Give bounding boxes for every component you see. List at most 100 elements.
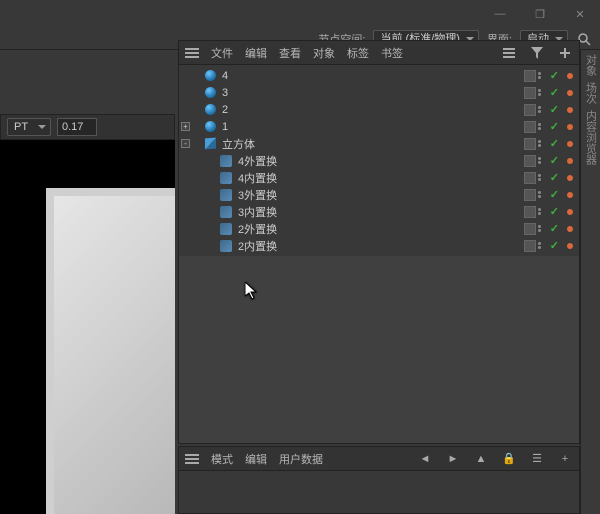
menu-view[interactable]: 查看: [279, 45, 301, 61]
layer-toggle[interactable]: [524, 189, 536, 201]
object-label: 立方体: [222, 136, 255, 152]
viewport-render: [46, 188, 175, 514]
layer-toggle[interactable]: [524, 223, 536, 235]
nav-back-icon[interactable]: ◄: [417, 451, 433, 467]
menu-tags[interactable]: 标签: [347, 45, 369, 61]
object-toggles: ✓: [524, 103, 573, 116]
add-icon[interactable]: [557, 45, 573, 61]
menu-bookmarks[interactable]: 书签: [381, 45, 403, 61]
menu-icon[interactable]: [185, 454, 199, 464]
menu-file[interactable]: 文件: [211, 45, 233, 61]
attr-add-icon[interactable]: +: [557, 451, 573, 467]
render-toggle[interactable]: ✓: [550, 188, 559, 201]
menu-icon[interactable]: [185, 48, 199, 58]
render-toggle[interactable]: ✓: [550, 69, 559, 82]
attr-menu-userdata[interactable]: 用户数据: [279, 451, 323, 467]
lock-icon[interactable]: 🔒: [501, 451, 517, 467]
attr-list-icon[interactable]: ☰: [529, 451, 545, 467]
tab-objects[interactable]: 对象: [583, 54, 599, 76]
visibility-toggle[interactable]: [538, 87, 548, 99]
sphere-icon: [203, 69, 217, 83]
boole-icon: [219, 239, 233, 253]
minimize-button[interactable]: —: [480, 0, 520, 28]
tab-browser[interactable]: 内容浏览器: [583, 110, 599, 165]
render-toggle[interactable]: ✓: [550, 120, 559, 133]
phong-tag[interactable]: [567, 175, 573, 181]
render-toggle[interactable]: ✓: [550, 137, 559, 150]
visibility-toggle[interactable]: [538, 206, 548, 218]
phong-tag[interactable]: [567, 124, 573, 130]
phong-tag[interactable]: [567, 141, 573, 147]
right-dock-tabs: 对象 场次 内容浏览器: [580, 50, 600, 514]
filter-icon[interactable]: [529, 45, 545, 61]
menu-objects[interactable]: 对象: [313, 45, 335, 61]
phong-tag[interactable]: [567, 158, 573, 164]
visibility-toggle[interactable]: [538, 138, 548, 150]
layer-toggle[interactable]: [524, 138, 536, 150]
tree-row[interactable]: 4内置换✓: [179, 169, 579, 186]
visibility-toggle[interactable]: [538, 172, 548, 184]
render-toggle[interactable]: ✓: [550, 103, 559, 116]
phong-tag[interactable]: [567, 192, 573, 198]
render-toggle[interactable]: ✓: [550, 239, 559, 252]
visibility-toggle[interactable]: [538, 121, 548, 133]
viewport[interactable]: [0, 140, 175, 514]
layer-toggle[interactable]: [524, 240, 536, 252]
tree-row[interactable]: 2✓: [179, 101, 579, 118]
layer-toggle[interactable]: [524, 206, 536, 218]
visibility-toggle[interactable]: [538, 240, 548, 252]
phong-tag[interactable]: [567, 107, 573, 113]
render-toggle[interactable]: ✓: [550, 222, 559, 235]
tree-row[interactable]: 3内置换✓: [179, 203, 579, 220]
visibility-toggle[interactable]: [538, 155, 548, 167]
tree-row[interactable]: 4外置换✓: [179, 152, 579, 169]
visibility-toggle[interactable]: [538, 189, 548, 201]
close-button[interactable]: ✕: [560, 0, 600, 28]
nav-up-icon[interactable]: ▲: [473, 451, 489, 467]
phong-tag[interactable]: [567, 90, 573, 96]
render-toggle[interactable]: ✓: [550, 205, 559, 218]
visibility-toggle[interactable]: [538, 223, 548, 235]
attr-menu-mode[interactable]: 模式: [211, 451, 233, 467]
object-manager-panel: 文件 编辑 查看 对象 标签 书签 4✓3✓2✓+1✓-立方体✓4外置换✓4内置…: [178, 40, 580, 444]
visibility-toggle[interactable]: [538, 70, 548, 82]
render-toggle[interactable]: ✓: [550, 154, 559, 167]
boole-icon: [219, 188, 233, 202]
tree-row[interactable]: 2外置换✓: [179, 220, 579, 237]
object-tree[interactable]: 4✓3✓2✓+1✓-立方体✓4外置换✓4内置换✓3外置换✓3内置换✓2外置换✓2…: [179, 65, 579, 256]
object-menubar: 文件 编辑 查看 对象 标签 书签: [179, 41, 579, 65]
tree-row[interactable]: 4✓: [179, 67, 579, 84]
layer-toggle[interactable]: [524, 172, 536, 184]
visibility-toggle[interactable]: [538, 104, 548, 116]
layer-toggle[interactable]: [524, 70, 536, 82]
phong-tag[interactable]: [567, 243, 573, 249]
layer-toggle[interactable]: [524, 121, 536, 133]
layer-toggle[interactable]: [524, 155, 536, 167]
render-toggle[interactable]: ✓: [550, 86, 559, 99]
object-toggles: ✓: [524, 137, 573, 150]
tree-row[interactable]: - 立方体 ✓: [179, 135, 579, 152]
tab-takes[interactable]: 场次: [583, 82, 599, 104]
render-toggle[interactable]: ✓: [550, 171, 559, 184]
tree-row[interactable]: 1外置换✓: [179, 254, 579, 256]
phong-tag[interactable]: [567, 209, 573, 215]
maximize-button[interactable]: ❐: [520, 0, 560, 28]
object-label: 3: [222, 87, 228, 99]
phong-tag[interactable]: [567, 73, 573, 79]
tree-row[interactable]: 3外置换✓: [179, 186, 579, 203]
tree-row[interactable]: 3✓: [179, 84, 579, 101]
phong-tag[interactable]: [567, 226, 573, 232]
tree-row[interactable]: +1✓: [179, 118, 579, 135]
nav-fwd-icon[interactable]: ►: [445, 451, 461, 467]
expand-toggle[interactable]: -: [181, 139, 190, 148]
scale-input[interactable]: 0.17: [57, 118, 97, 136]
menu-edit[interactable]: 编辑: [245, 45, 267, 61]
unit-dropdown[interactable]: PT: [7, 118, 51, 136]
cube-icon: [203, 137, 217, 151]
layer-toggle[interactable]: [524, 87, 536, 99]
expand-toggle[interactable]: +: [181, 122, 190, 131]
view-list-icon[interactable]: [501, 45, 517, 61]
attr-menu-edit[interactable]: 编辑: [245, 451, 267, 467]
tree-row[interactable]: 2内置换✓: [179, 237, 579, 254]
layer-toggle[interactable]: [524, 104, 536, 116]
